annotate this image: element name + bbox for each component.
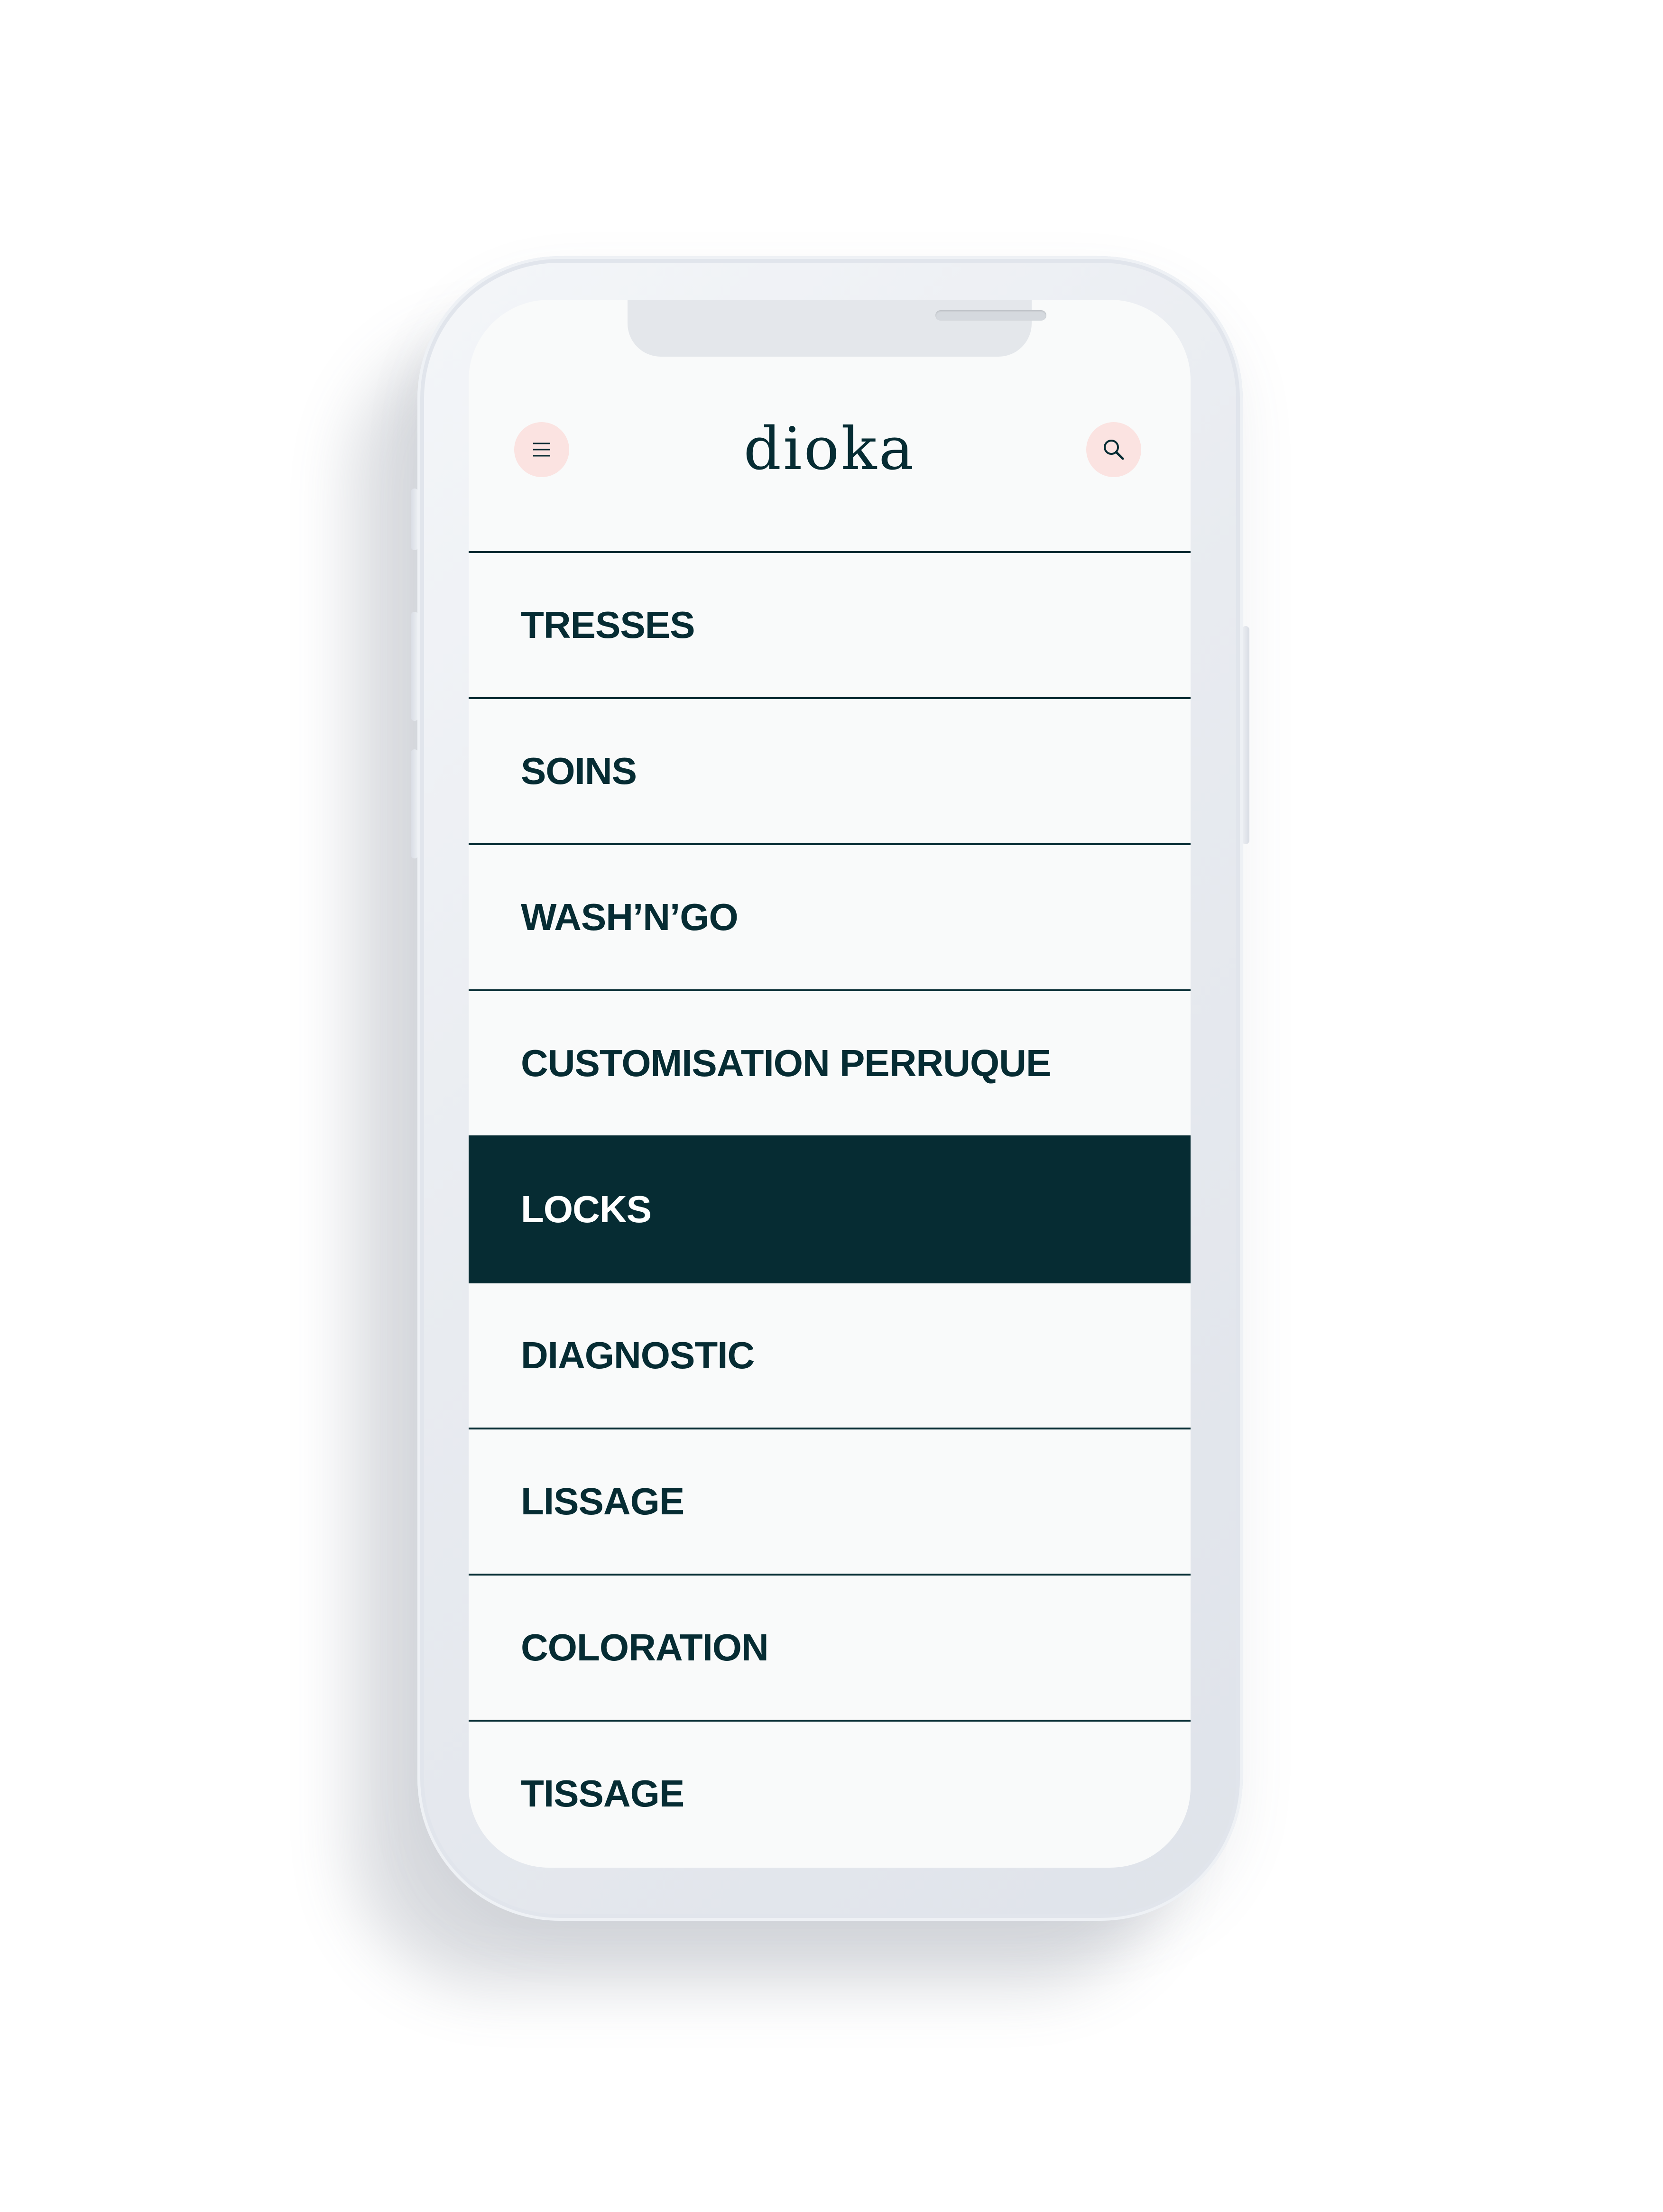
category-menu: TRESSES SOINS WASH’N’GO CUSTOMISATION PERRU… xyxy=(469,551,1191,1866)
menu-item-label: TISSAGE xyxy=(521,1772,684,1815)
menu-item[interactable]: SOINS xyxy=(469,697,1191,843)
menu-item-label: TRESSES xyxy=(521,604,695,646)
menu-item-label: CUSTOMISATION PERRUQUE xyxy=(521,1042,1051,1084)
earpiece-speaker xyxy=(935,310,1046,321)
menu-item[interactable]: LISSAGE xyxy=(469,1428,1191,1574)
menu-item[interactable]: TRESSES xyxy=(469,551,1191,697)
menu-item-label: DIAGNOSTIC xyxy=(521,1334,755,1376)
phone-power-button xyxy=(1242,626,1249,844)
app-header: dioka xyxy=(469,399,1191,494)
search-button[interactable] xyxy=(1086,422,1141,477)
menu-item-label: WASH’N’GO xyxy=(521,896,739,938)
phone-screen: dioka TRESSES SOINS WASH’N’GO CUSTOMISATION… xyxy=(469,300,1191,1868)
menu-item[interactable]: DIAGNOSTIC xyxy=(469,1281,1191,1428)
menu-item-label: COLORATION xyxy=(521,1626,769,1668)
search-icon xyxy=(1104,440,1124,460)
phone-notch xyxy=(628,300,1046,357)
brand-logo[interactable]: dioka xyxy=(469,414,1191,485)
menu-item-label: LOCKS xyxy=(521,1188,652,1230)
menu-item[interactable]: COLORATION xyxy=(469,1574,1191,1720)
menu-item[interactable]: LOCKS xyxy=(469,1135,1191,1281)
menu-item[interactable]: CUSTOMISATION PERRUQUE xyxy=(469,989,1191,1135)
menu-item[interactable]: WASH’N’GO xyxy=(469,843,1191,989)
menu-item-label: SOINS xyxy=(521,750,637,792)
menu-item[interactable]: TISSAGE xyxy=(469,1720,1191,1866)
menu-item-label: LISSAGE xyxy=(521,1480,684,1522)
